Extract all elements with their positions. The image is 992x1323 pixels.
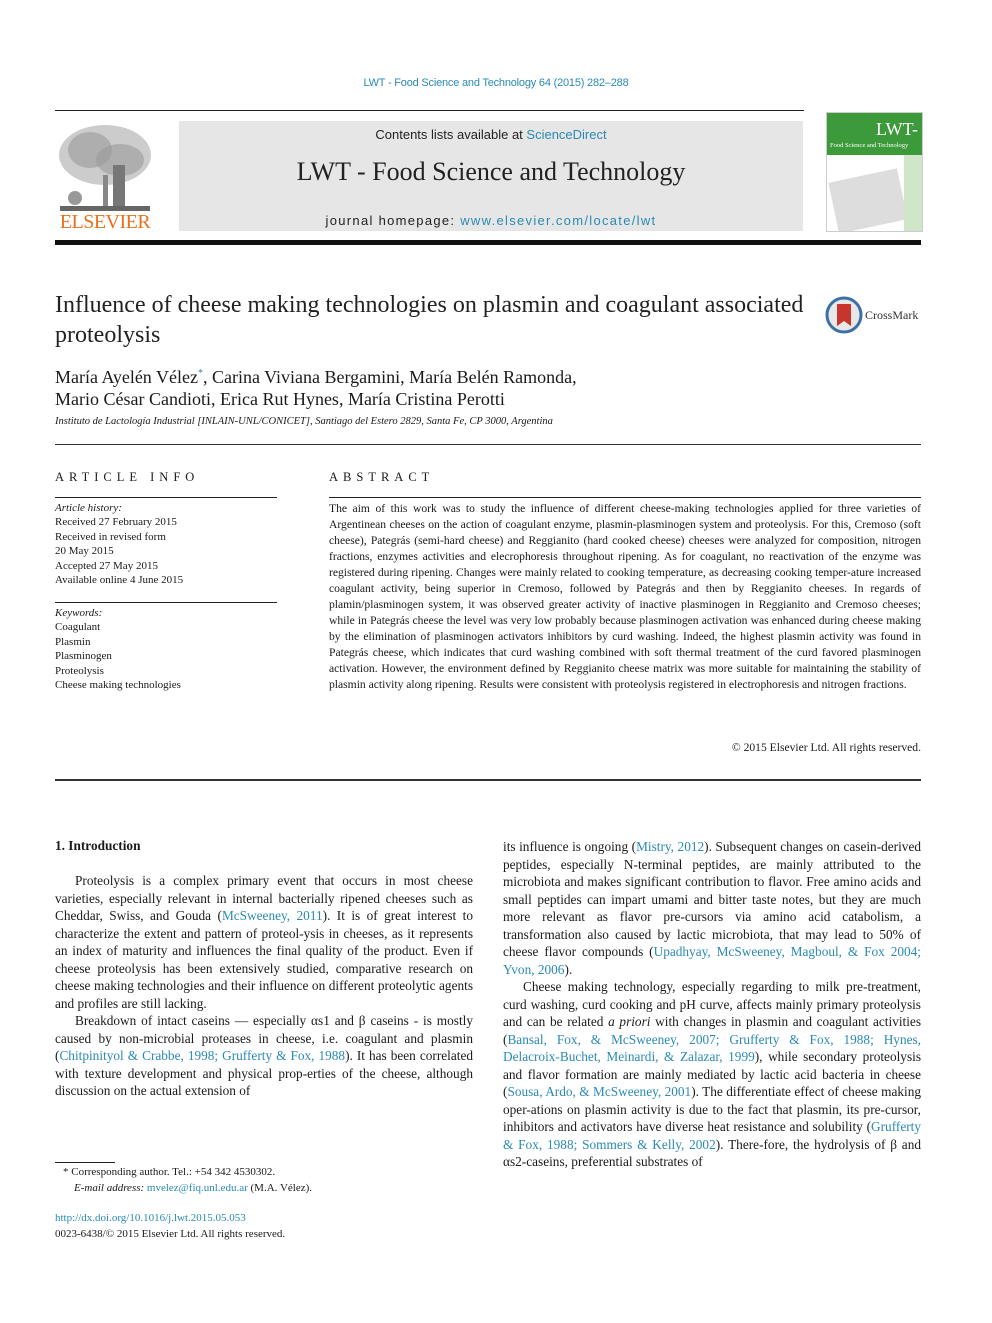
- keywords-list: Keywords: Coagulant Plasmin Plasminogen …: [55, 606, 181, 692]
- cover-stripe: [904, 155, 922, 231]
- abstract-heading: ABSTRACT: [329, 470, 435, 484]
- header-thick-rule: [55, 240, 921, 245]
- elsevier-logo[interactable]: ELSEVIER: [55, 120, 155, 235]
- crossmark-button[interactable]: CrossMark: [825, 296, 925, 336]
- footnote: * Corresponding author. Tel.: +54 342 45…: [63, 1164, 312, 1196]
- contents-line: Contents lists available at ScienceDirec…: [179, 127, 803, 142]
- running-head[interactable]: LWT - Food Science and Technology 64 (20…: [0, 77, 992, 89]
- paragraph: Breakdown of intact caseins — especially…: [55, 1012, 473, 1100]
- section-rule: [55, 444, 921, 445]
- homepage-link[interactable]: www.elsevier.com/locate/lwt: [460, 213, 656, 228]
- keywords-label: Keywords:: [55, 607, 103, 619]
- journal-cover[interactable]: LWT- Food Science and Technology: [826, 112, 923, 232]
- history-item: Received in revised form: [55, 530, 166, 543]
- keyword: Coagulant: [55, 621, 101, 634]
- keywords-rule: [55, 602, 277, 603]
- section-heading-introduction: 1. Introduction: [55, 838, 141, 853]
- footnote-rule: [55, 1162, 115, 1163]
- body-column-left: Proteolysis is a complex primary event t…: [55, 872, 473, 1100]
- text: ). Subsequent changes on casein-derived …: [503, 839, 921, 959]
- paragraph: Proteolysis is a complex primary event t…: [55, 872, 473, 1012]
- abstract-rule: [329, 497, 921, 498]
- elsevier-wordmark: ELSEVIER: [59, 211, 151, 233]
- author-first[interactable]: María Ayelén Vélez: [55, 367, 198, 387]
- header-rule: [55, 110, 804, 111]
- keyword: Plasmin: [55, 635, 91, 648]
- affiliation: Instituto de Lactología Industrial [INLA…: [55, 416, 553, 427]
- authors-line-2: Mario César Candioti, Erica Rut Hynes, M…: [55, 389, 505, 409]
- email-label: E-mail address:: [74, 1182, 147, 1194]
- contents-prefix: Contents lists available at: [375, 127, 527, 142]
- doi-link[interactable]: http://dx.doi.org/10.1016/j.lwt.2015.05.…: [55, 1210, 285, 1226]
- corresponding-author: Corresponding author. Tel.: +54 342 4530…: [68, 1166, 276, 1178]
- email-suffix: (M.A. Vélez).: [247, 1182, 313, 1194]
- article-title: Influence of cheese making technologies …: [55, 292, 804, 348]
- keyword: Cheese making technologies: [55, 679, 181, 692]
- history-item: Available online 4 June 2015: [55, 574, 184, 587]
- crossmark-label: CrossMark: [865, 308, 919, 322]
- body-column-right: its influence is ongoing (Mistry, 2012).…: [503, 838, 921, 1171]
- cover-subtitle: Food Science and Technology: [830, 142, 909, 149]
- text: ).: [564, 961, 573, 977]
- citation-link[interactable]: Sousa, Ardo, & McSweeney, 2001: [507, 1084, 691, 1099]
- abstract-end-rule: [55, 779, 921, 781]
- cover-image: [828, 168, 908, 231]
- text: ). It is of great interest to characteri…: [55, 908, 473, 1011]
- doi-block: http://dx.doi.org/10.1016/j.lwt.2015.05.…: [55, 1210, 285, 1242]
- author-list: María Ayelén Vélez*, Carina Viviana Berg…: [55, 363, 815, 410]
- history-item: 20 May 2015: [55, 545, 114, 558]
- paragraph: Cheese making technology, especially reg…: [503, 978, 921, 1171]
- citation-link[interactable]: Chitpinityol & Crabbe, 1998; Grufferty &…: [59, 1048, 345, 1063]
- authors-rest: , Carina Viviana Bergamini, María Belén …: [202, 367, 577, 387]
- keyword: Proteolysis: [55, 664, 104, 677]
- text: its influence is ongoing (: [503, 839, 637, 854]
- article-info-heading: ARTICLE INFO: [55, 470, 200, 484]
- issn-copyright: 0023-6438/© 2015 Elsevier Ltd. All right…: [55, 1228, 286, 1240]
- citation-link[interactable]: Mistry, 2012: [636, 839, 704, 854]
- keyword: Plasminogen: [55, 650, 112, 663]
- abstract-text: The aim of this work was to study the in…: [329, 502, 921, 691]
- journal-title: LWT - Food Science and Technology: [296, 157, 686, 186]
- homepage-line: journal homepage: www.elsevier.com/locat…: [179, 213, 803, 228]
- sciencedirect-link[interactable]: ScienceDirect: [526, 127, 606, 142]
- history-item: Accepted 27 May 2015: [55, 559, 158, 572]
- cover-title: LWT-: [876, 119, 918, 139]
- paragraph: its influence is ongoing (Mistry, 2012).…: [503, 838, 921, 978]
- journal-banner: Contents lists available at ScienceDirec…: [179, 121, 803, 231]
- history-label: Article history:: [55, 502, 122, 514]
- article-history: Article history: Received 27 February 20…: [55, 501, 183, 587]
- homepage-prefix: journal homepage:: [325, 213, 461, 228]
- crossmark-icon: [825, 296, 863, 334]
- italic-text: a priori: [608, 1014, 651, 1029]
- abstract-copyright: © 2015 Elsevier Ltd. All rights reserved…: [731, 741, 921, 754]
- history-item: Received 27 February 2015: [55, 516, 177, 529]
- citation-link[interactable]: McSweeney, 2011: [222, 908, 323, 923]
- email-link[interactable]: mvelez@fiq.unl.edu.ar: [147, 1182, 248, 1194]
- article-info-rule: [55, 497, 277, 498]
